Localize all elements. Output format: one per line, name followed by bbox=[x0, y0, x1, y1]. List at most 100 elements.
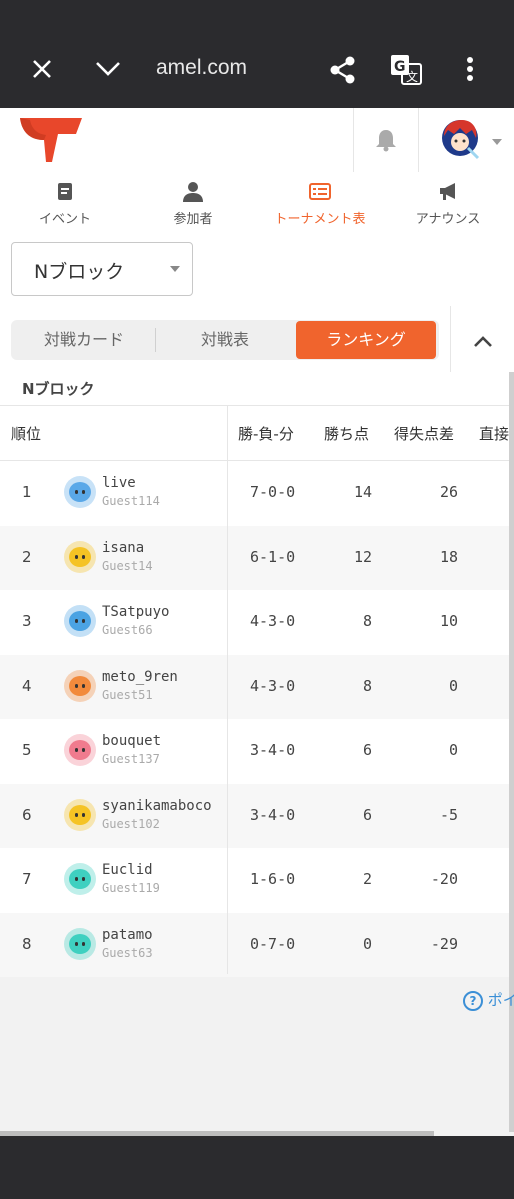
points-cell: 8 bbox=[362, 612, 372, 630]
table-row[interactable]: 3 TSatpuyo Guest66 4-3-0 8 10 bbox=[0, 590, 510, 655]
translate-icon[interactable]: G文 bbox=[390, 54, 422, 90]
app-header bbox=[0, 108, 514, 173]
ranking-table: 順位 勝-負-分 勝ち点 得失点差 直接 1 live Guest114 7-0-0 1… bbox=[0, 406, 510, 977]
player-avatar-icon bbox=[64, 798, 96, 831]
megaphone-icon bbox=[439, 182, 459, 205]
player-name[interactable]: Euclid bbox=[102, 862, 153, 878]
player-name[interactable]: live bbox=[102, 475, 136, 491]
tab-ranking[interactable]: ランキング bbox=[296, 321, 436, 359]
main-nav: イベント 参加者 トーナメント表 アナウンス bbox=[0, 172, 514, 232]
record-cell: 1-6-0 bbox=[250, 870, 296, 888]
nav-item-event[interactable]: イベント bbox=[0, 172, 130, 231]
rank-cell: 1 bbox=[22, 483, 32, 501]
help-label: ポイ bbox=[487, 991, 514, 1009]
avatar-eye bbox=[75, 683, 78, 688]
nav-item-label: アナウンス bbox=[415, 212, 481, 227]
help-icon: ? bbox=[463, 990, 483, 1011]
block-title-bar: Nブロック bbox=[0, 372, 514, 406]
rank-cell: 2 bbox=[22, 547, 32, 566]
avatar-face bbox=[69, 675, 91, 696]
avatar-eye bbox=[82, 554, 85, 559]
user-avatar[interactable] bbox=[440, 118, 480, 166]
diff-cell: 0 bbox=[448, 676, 458, 695]
player-name[interactable]: syanikamaboco bbox=[102, 798, 212, 814]
nav-item-label: 参加者 bbox=[173, 212, 213, 227]
table-row[interactable]: 6 syanikamaboco Guest102 3-4-0 6 -5 bbox=[0, 783, 510, 848]
table-row[interactable]: 1 live Guest114 7-0-0 14 26 bbox=[0, 461, 510, 526]
avatar-face bbox=[69, 804, 91, 825]
close-icon[interactable] bbox=[31, 58, 53, 84]
avatar-eye bbox=[82, 619, 85, 623]
url-text[interactable]: amel.com bbox=[156, 56, 247, 80]
logo-icon[interactable] bbox=[18, 118, 84, 166]
record-cell: 4-3-0 bbox=[250, 676, 296, 695]
record-cell: 4-3-0 bbox=[250, 612, 296, 630]
points-cell: 14 bbox=[353, 483, 372, 501]
document-icon bbox=[57, 182, 73, 205]
player-avatar-icon bbox=[64, 927, 96, 960]
player-guest-id: Guest51 bbox=[102, 687, 153, 702]
vertical-scrollbar[interactable] bbox=[509, 372, 514, 1132]
tab-match-table[interactable]: 対戦表 bbox=[155, 320, 295, 360]
chevron-down-icon[interactable] bbox=[95, 60, 121, 82]
nav-item-participants[interactable]: 参加者 bbox=[128, 172, 258, 231]
avatar-eye bbox=[75, 812, 78, 817]
nav-item-announce[interactable]: アナウンス bbox=[383, 172, 513, 231]
table-row[interactable]: 8 patamo Guest63 0-7-0 0 -29 bbox=[0, 912, 510, 977]
points-cell: 6 bbox=[362, 805, 372, 824]
table-row[interactable]: 5 bouquet Guest137 3-4-0 6 0 bbox=[0, 719, 510, 784]
tab-match-cards[interactable]: 対戦カード bbox=[14, 320, 154, 360]
block-title: Nブロック bbox=[22, 380, 95, 398]
diff-cell: 26 bbox=[439, 483, 458, 501]
player-avatar-icon bbox=[64, 540, 96, 573]
table-row[interactable]: 4 meto_9ren Guest51 4-3-0 8 0 bbox=[0, 654, 510, 719]
nav-item-label: イベント bbox=[38, 212, 91, 227]
player-guest-id: Guest63 bbox=[102, 945, 153, 960]
player-guest-id: Guest102 bbox=[102, 816, 160, 831]
avatar-face bbox=[69, 611, 91, 631]
rank-cell: 6 bbox=[22, 805, 32, 824]
avatar-eye bbox=[75, 748, 78, 752]
notification-area bbox=[353, 108, 419, 172]
header-diff: 得失点差 bbox=[394, 425, 455, 443]
bracket-icon bbox=[309, 183, 331, 204]
avatar-eye bbox=[82, 490, 85, 494]
player-avatar-icon bbox=[64, 605, 96, 637]
avatar-face bbox=[69, 740, 91, 760]
table-row[interactable]: 7 Euclid Guest119 1-6-0 2 -20 bbox=[0, 848, 510, 913]
share-icon[interactable] bbox=[329, 55, 357, 89]
nav-item-tournament[interactable]: トーナメント表 bbox=[255, 172, 385, 231]
chevron-up-icon bbox=[473, 333, 493, 352]
avatar-face bbox=[69, 546, 91, 567]
account-menu-caret-icon[interactable] bbox=[492, 139, 502, 145]
player-guest-id: Guest114 bbox=[102, 494, 160, 508]
player-name[interactable]: meto_9ren bbox=[102, 669, 178, 685]
points-cell: 8 bbox=[362, 676, 372, 695]
player-guest-id: Guest119 bbox=[102, 881, 160, 895]
points-cell: 12 bbox=[353, 547, 372, 566]
svg-text:文: 文 bbox=[406, 69, 418, 84]
avatar-eye bbox=[75, 619, 78, 623]
player-name[interactable]: patamo bbox=[102, 927, 153, 943]
more-vertical-icon[interactable] bbox=[466, 56, 474, 86]
player-guest-id: Guest66 bbox=[102, 623, 153, 637]
system-nav-bar bbox=[0, 1136, 514, 1199]
block-select-value: Nブロック bbox=[34, 261, 125, 283]
diff-cell: -5 bbox=[439, 805, 458, 824]
avatar-face bbox=[69, 482, 91, 502]
player-name[interactable]: bouquet bbox=[102, 733, 161, 749]
help-link[interactable]: ? ポイ bbox=[463, 989, 514, 1011]
collapse-button[interactable] bbox=[450, 306, 514, 372]
points-cell: 6 bbox=[362, 741, 372, 759]
table-row[interactable]: 2 isana Guest14 6-1-0 12 18 bbox=[0, 525, 510, 590]
player-avatar-icon bbox=[64, 669, 96, 702]
block-select[interactable]: Nブロック bbox=[11, 242, 193, 296]
bell-icon[interactable] bbox=[375, 128, 397, 156]
rank-cell: 7 bbox=[22, 870, 32, 888]
avatar-eye bbox=[82, 748, 85, 752]
record-cell: 3-4-0 bbox=[250, 805, 296, 824]
player-avatar-icon bbox=[64, 476, 96, 508]
player-name[interactable]: isana bbox=[102, 540, 144, 556]
svg-text:G: G bbox=[394, 59, 406, 75]
player-name[interactable]: TSatpuyo bbox=[102, 604, 169, 620]
